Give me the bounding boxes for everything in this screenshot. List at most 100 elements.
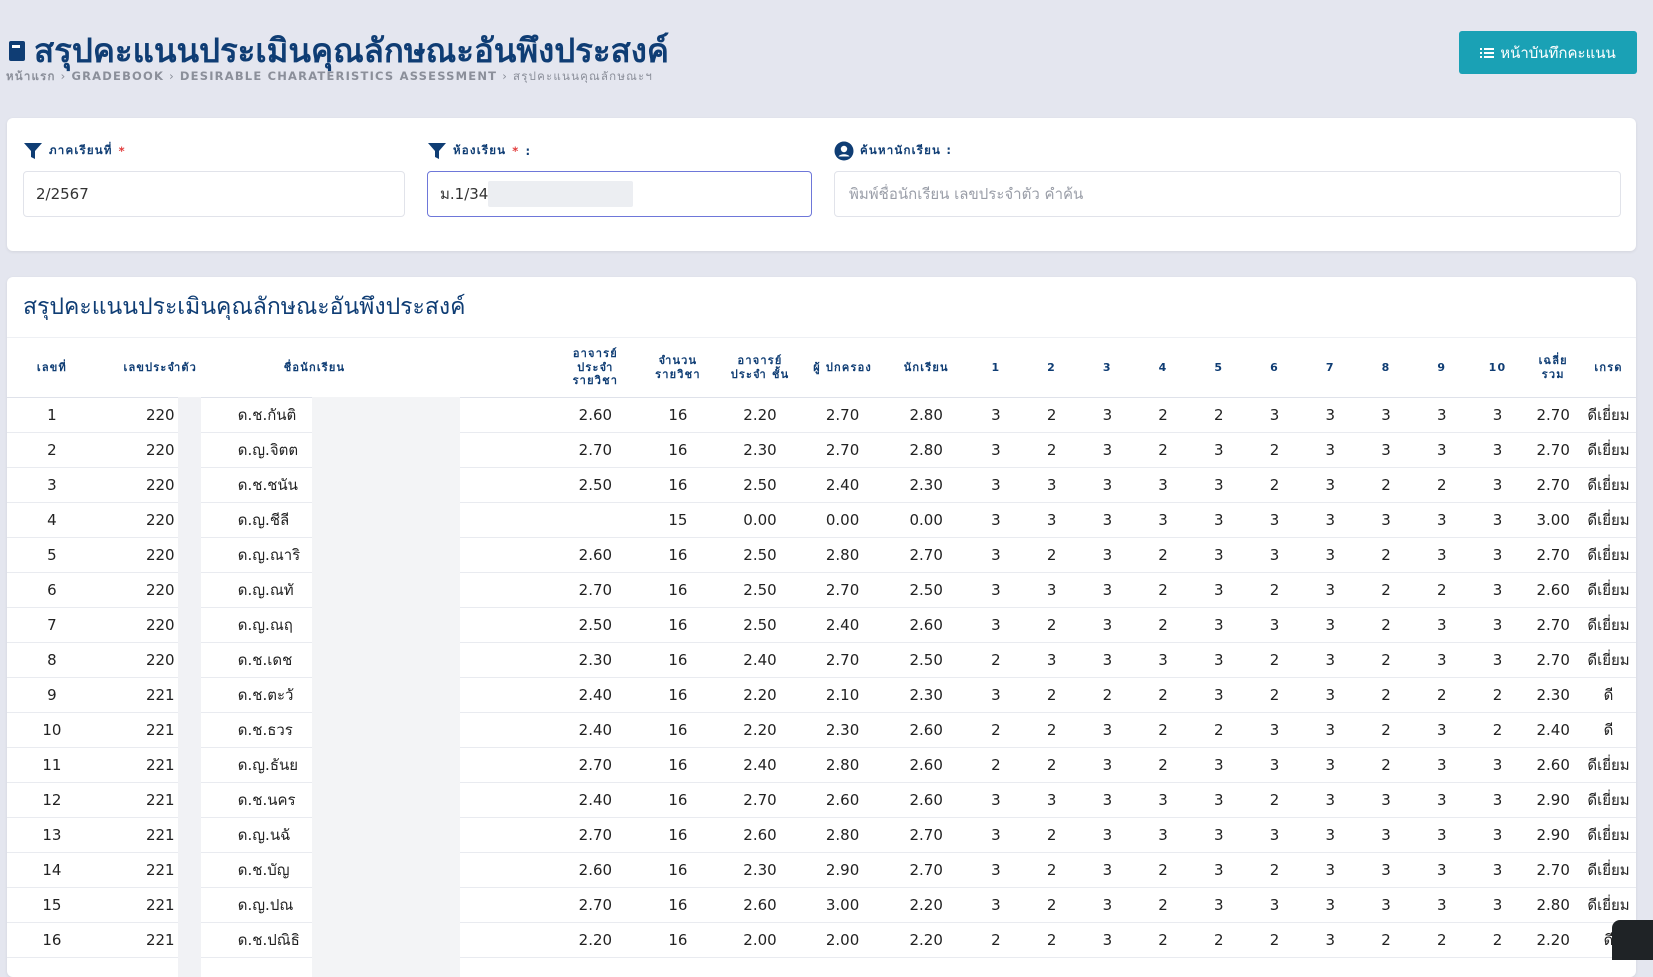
classroom-filter: ห้องเรียน * : ม.1/34 — [427, 140, 812, 217]
cell-8: 3 — [968, 467, 1024, 503]
col-header-item-9[interactable]: 9 — [1413, 337, 1470, 398]
table-row[interactable]: 13 221 ด.ญ.นฉั 2.70 16 2.60 2.80 2.70 3 2 3 3 3 3 3 3 3 3… — [7, 817, 1636, 853]
cell-4: 16 — [636, 642, 720, 678]
cell-13: 2 — [1246, 782, 1303, 818]
table-row[interactable]: 15 221 ด.ญ.ปณ 2.70 16 2.60 3.00 2.20 3 2 3 2 3 3 3 3 3 3 2… — [7, 887, 1636, 923]
cell-17: 2 — [1469, 922, 1526, 958]
cell-0: 1 — [7, 397, 97, 433]
col-header-item-7[interactable]: 7 — [1302, 337, 1359, 398]
cell-6: 2.80 — [800, 747, 885, 783]
table-row[interactable]: 8 220 ด.ช.เดช 2.30 16 2.40 2.70 2.50 2 3 3 3 3 2 3 2 3 3 2… — [7, 642, 1636, 678]
col-header-item-5[interactable]: 5 — [1190, 337, 1247, 398]
table-row[interactable]: 16 221 ด.ช.ปณิธิ 2.20 16 2.00 2.00 2.20 2 2 3 2 2 2 3 2… — [7, 922, 1636, 958]
table-row[interactable]: 14 221 ด.ช.บัญ 2.60 16 2.30 2.90 2.70 3 2 3 2 3 2 3 3 3 3… — [7, 852, 1636, 888]
table-title: สรุปคะแนนประเมินคุณลักษณะอันพึงประสงค์ — [23, 294, 466, 320]
user-circle-icon — [834, 141, 854, 161]
filter-card: ภาคเรียนที่ * 2/2567 ห้องเรียน * : ม.1/3… — [7, 118, 1636, 251]
cell-10: 3 — [1079, 922, 1136, 958]
cell-14: 3 — [1302, 887, 1359, 923]
cell-1: 221 — [96, 712, 224, 748]
cell-5: 2.40 — [719, 747, 801, 783]
col-header-item-3[interactable]: 3 — [1079, 337, 1136, 398]
cell-18: 2.20 — [1525, 922, 1582, 958]
cell-17: 2 — [1469, 677, 1526, 713]
table-row[interactable]: 11 221 ด.ญ.ธันย 2.70 16 2.40 2.80 2.60 2 2 3 2 3 3 3 2 3… — [7, 747, 1636, 783]
table-row[interactable]: 9 221 ด.ช.ตะวั 2.40 16 2.20 2.10 2.30 3 2 2 2 3 2 3 2 2 2… — [7, 677, 1636, 713]
cell-0: 3 — [7, 467, 97, 503]
cell-0: 12 — [7, 782, 97, 818]
cell-0: 5 — [7, 537, 97, 573]
col-header-student[interactable]: นักเรียน — [884, 337, 968, 398]
cell-8: 3 — [968, 607, 1024, 643]
floating-widget[interactable] — [1612, 920, 1653, 960]
cell-4: 16 — [636, 922, 720, 958]
cell-13: 2 — [1246, 922, 1303, 958]
table-row[interactable]: 12 221 ด.ช.นคร 2.40 16 2.70 2.60 2.60 3 3 3 3 3 2 3 3 3 3… — [7, 782, 1636, 818]
breadcrumb-home[interactable]: หน้าแรก — [6, 69, 56, 83]
cell-17: 3 — [1469, 782, 1526, 818]
table-row[interactable]: 1 220 ด.ช.กันติ 2.60 16 2.20 2.70 2.80 3 2 3 2 2 3 3 3 3… — [7, 397, 1636, 433]
col-header-parent[interactable]: ผู้ ปกครอง — [800, 337, 885, 398]
col-header-average[interactable]: เฉลี่ย รวม — [1525, 337, 1582, 398]
col-header-subject-teacher[interactable]: อาจารย์ ประจำ รายวิชา — [554, 337, 637, 398]
table-row[interactable]: 4 220 ด.ญ.ชีลี 15 0.00 0.00 0.00 3 3 3 3 3 3 3 3 3 3 3.00… — [7, 502, 1636, 538]
cell-13: 2 — [1246, 852, 1303, 888]
cell-17: 3 — [1469, 607, 1526, 643]
col-header-item-2[interactable]: 2 — [1023, 337, 1080, 398]
col-header-item-6[interactable]: 6 — [1246, 337, 1303, 398]
cell-15: 2 — [1358, 467, 1414, 503]
cell-16: 2 — [1413, 922, 1470, 958]
col-header-item-10[interactable]: 10 — [1469, 337, 1526, 398]
cell-3: 2.70 — [554, 887, 637, 923]
col-header-item-8[interactable]: 8 — [1358, 337, 1414, 398]
student-search-field[interactable] — [834, 171, 1621, 217]
cell-1: 221 — [96, 782, 224, 818]
col-header-student-name[interactable]: ชื่อนักเรียน — [223, 337, 389, 398]
cell-0: 2 — [7, 432, 97, 468]
cell-8: 3 — [968, 852, 1024, 888]
cell-3: 2.70 — [554, 572, 637, 608]
cell-3: 2.70 — [554, 747, 637, 783]
gradebook-page-button[interactable]: หน้าบันทึกคะแนน — [1459, 31, 1637, 74]
student-search-input[interactable] — [847, 184, 1608, 204]
cell-18: 2.70 — [1525, 607, 1582, 643]
table-body: 1 220 ด.ช.กันติ 2.60 16 2.20 2.70 2.80 3 2 3 2 2 3 3 3 3… — [7, 397, 1636, 958]
col-header-homeroom-teacher[interactable]: อาจารย์ ประจำ ชั้น — [719, 337, 801, 398]
cell-13: 3 — [1246, 712, 1303, 748]
col-header-subject-count[interactable]: จำนวน รายวิชา — [636, 337, 720, 398]
semester-field[interactable]: 2/2567 — [23, 171, 405, 217]
table-row[interactable]: 3 220 ด.ช.ชนัน 2.50 16 2.50 2.40 2.30 3 3 3 3 3 2 3 2 2 3… — [7, 467, 1636, 503]
cell-9: 3 — [1023, 502, 1080, 538]
table-row[interactable]: 5 220 ด.ญ.ณาริ 2.60 16 2.50 2.80 2.70 3 2 3 2 3 3 3 2 3 3… — [7, 537, 1636, 573]
table-row[interactable]: 2 220 ด.ญ.จิตต 2.70 16 2.30 2.70 2.80 3 2 3 2 3 2 3 3 3 3… — [7, 432, 1636, 468]
cell-14: 3 — [1302, 712, 1359, 748]
cell-12: 3 — [1190, 537, 1247, 573]
cell-7: 2.70 — [884, 537, 968, 573]
table-row[interactable]: 6 220 ด.ญ.ณทั 2.70 16 2.50 2.70 2.50 3 3 3 2 3 2 3 2 2 3 2… — [7, 572, 1636, 608]
cell-5: 2.50 — [719, 537, 801, 573]
chevron-right-icon: › — [502, 69, 509, 83]
table-row[interactable]: 7 220 ด.ญ.ณฤ 2.50 16 2.50 2.40 2.60 3 2 3 2 3 3 3 2 3 3 2.… — [7, 607, 1636, 643]
cell-15: 3 — [1358, 397, 1414, 433]
col-header-item-1[interactable]: 1 — [968, 337, 1024, 398]
cell-10: 3 — [1079, 572, 1136, 608]
breadcrumb-desirable-assessment[interactable]: DESIRABLE CHARATERISTICS ASSESSMENT — [180, 69, 497, 83]
col-header-number[interactable]: เลขที่ — [7, 337, 97, 398]
cell-3: 2.40 — [554, 782, 637, 818]
col-header-student-id[interactable]: เลขประจำตัว — [96, 337, 224, 398]
col-header-grade[interactable]: เกรด — [1581, 337, 1636, 398]
cell-0: 14 — [7, 852, 97, 888]
cell-11: 2 — [1135, 887, 1191, 923]
cell-5: 2.20 — [719, 712, 801, 748]
cell-14: 3 — [1302, 537, 1359, 573]
cell-19: ดีเยี่ยม — [1581, 607, 1636, 643]
table-row[interactable]: 10 221 ด.ช.ธวร 2.40 16 2.20 2.30 2.60 2 2 3 2 2 3 3 2 3 2… — [7, 712, 1636, 748]
cell-15: 2 — [1358, 712, 1414, 748]
col-header-item-4[interactable]: 4 — [1135, 337, 1191, 398]
summary-table-card: สรุปคะแนนประเมินคุณลักษณะอันพึงประสงค์ เ… — [7, 277, 1636, 977]
breadcrumb-gradebook[interactable]: GRADEBOOK — [71, 69, 164, 83]
cell-16: 3 — [1413, 712, 1470, 748]
classroom-field[interactable]: ม.1/34 — [427, 171, 812, 217]
cell-14: 3 — [1302, 607, 1359, 643]
cell-9: 2 — [1023, 537, 1080, 573]
